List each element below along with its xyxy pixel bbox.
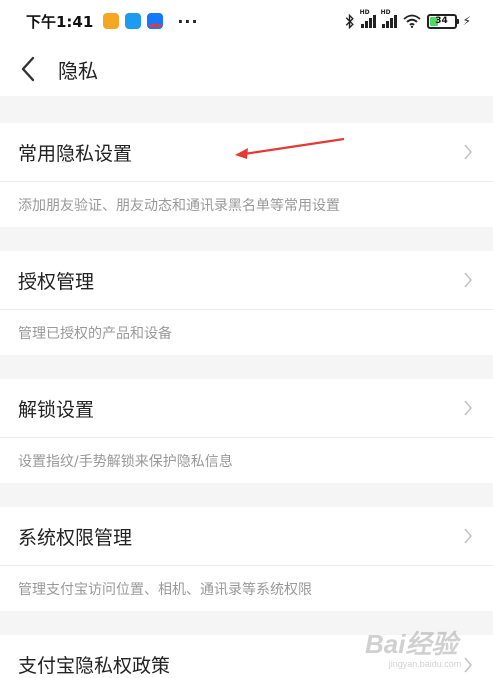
row-label: 系统权限管理 bbox=[18, 526, 133, 549]
section-gap bbox=[0, 227, 493, 251]
nav-bar: 隐私 bbox=[0, 42, 493, 96]
row-description: 管理支付宝访问位置、相机、通讯录等系统权限 bbox=[0, 566, 493, 611]
system-permission-row[interactable]: 系统权限管理 bbox=[0, 507, 493, 566]
status-time: 下午1:41 bbox=[26, 12, 94, 31]
chevron-right-icon bbox=[464, 144, 473, 160]
notification-app-icon bbox=[125, 13, 142, 29]
notification-app-icon bbox=[103, 13, 120, 29]
more-notifications-icon: ··· bbox=[177, 11, 199, 31]
row-label: 授权管理 bbox=[18, 270, 95, 293]
section-gap bbox=[0, 96, 493, 123]
bluetooth-icon bbox=[345, 13, 354, 29]
page-title: 隐私 bbox=[58, 58, 98, 83]
privacy-settings-row[interactable]: 常用隐私设置 bbox=[0, 123, 493, 182]
status-left: 下午1:41 ··· bbox=[26, 11, 199, 32]
row-description: 添加朋友验证、朋友动态和通讯录黑名单等常用设置 bbox=[0, 182, 493, 227]
chevron-right-icon bbox=[464, 528, 473, 544]
row-label: 支付宝隐私权政策 bbox=[18, 655, 171, 677]
row-description: 管理已授权的产品和设备 bbox=[0, 310, 493, 355]
authorization-management-row[interactable]: 授权管理 bbox=[0, 251, 493, 310]
chevron-right-icon bbox=[464, 656, 473, 673]
alipay-app-icon bbox=[147, 13, 164, 29]
row-label: 常用隐私设置 bbox=[18, 142, 133, 165]
back-arrow-icon[interactable] bbox=[18, 55, 40, 83]
chevron-right-icon bbox=[464, 400, 473, 416]
signal-icon: HD bbox=[381, 9, 397, 28]
section-gap bbox=[0, 611, 493, 635]
row-description: 设置指纹/手势解锁来保护隐私信息 bbox=[0, 438, 493, 483]
privacy-policy-row[interactable]: 支付宝隐私权政策 bbox=[0, 635, 493, 678]
unlock-settings-row[interactable]: 解锁设置 bbox=[0, 379, 493, 438]
charging-icon: ⚡ bbox=[462, 14, 471, 28]
status-right: HD HD 34 ⚡ bbox=[345, 9, 471, 29]
battery-level: 34 bbox=[435, 15, 448, 26]
battery-icon: 34 bbox=[426, 13, 459, 29]
status-bar: 下午1:41 ··· HD HD 34 ⚡ bbox=[0, 0, 493, 42]
section-gap bbox=[0, 483, 493, 507]
section-gap bbox=[0, 355, 493, 379]
signal-icon: HD bbox=[360, 9, 376, 28]
wifi-icon bbox=[402, 14, 421, 28]
row-label: 解锁设置 bbox=[18, 398, 95, 421]
chevron-right-icon bbox=[464, 272, 473, 288]
